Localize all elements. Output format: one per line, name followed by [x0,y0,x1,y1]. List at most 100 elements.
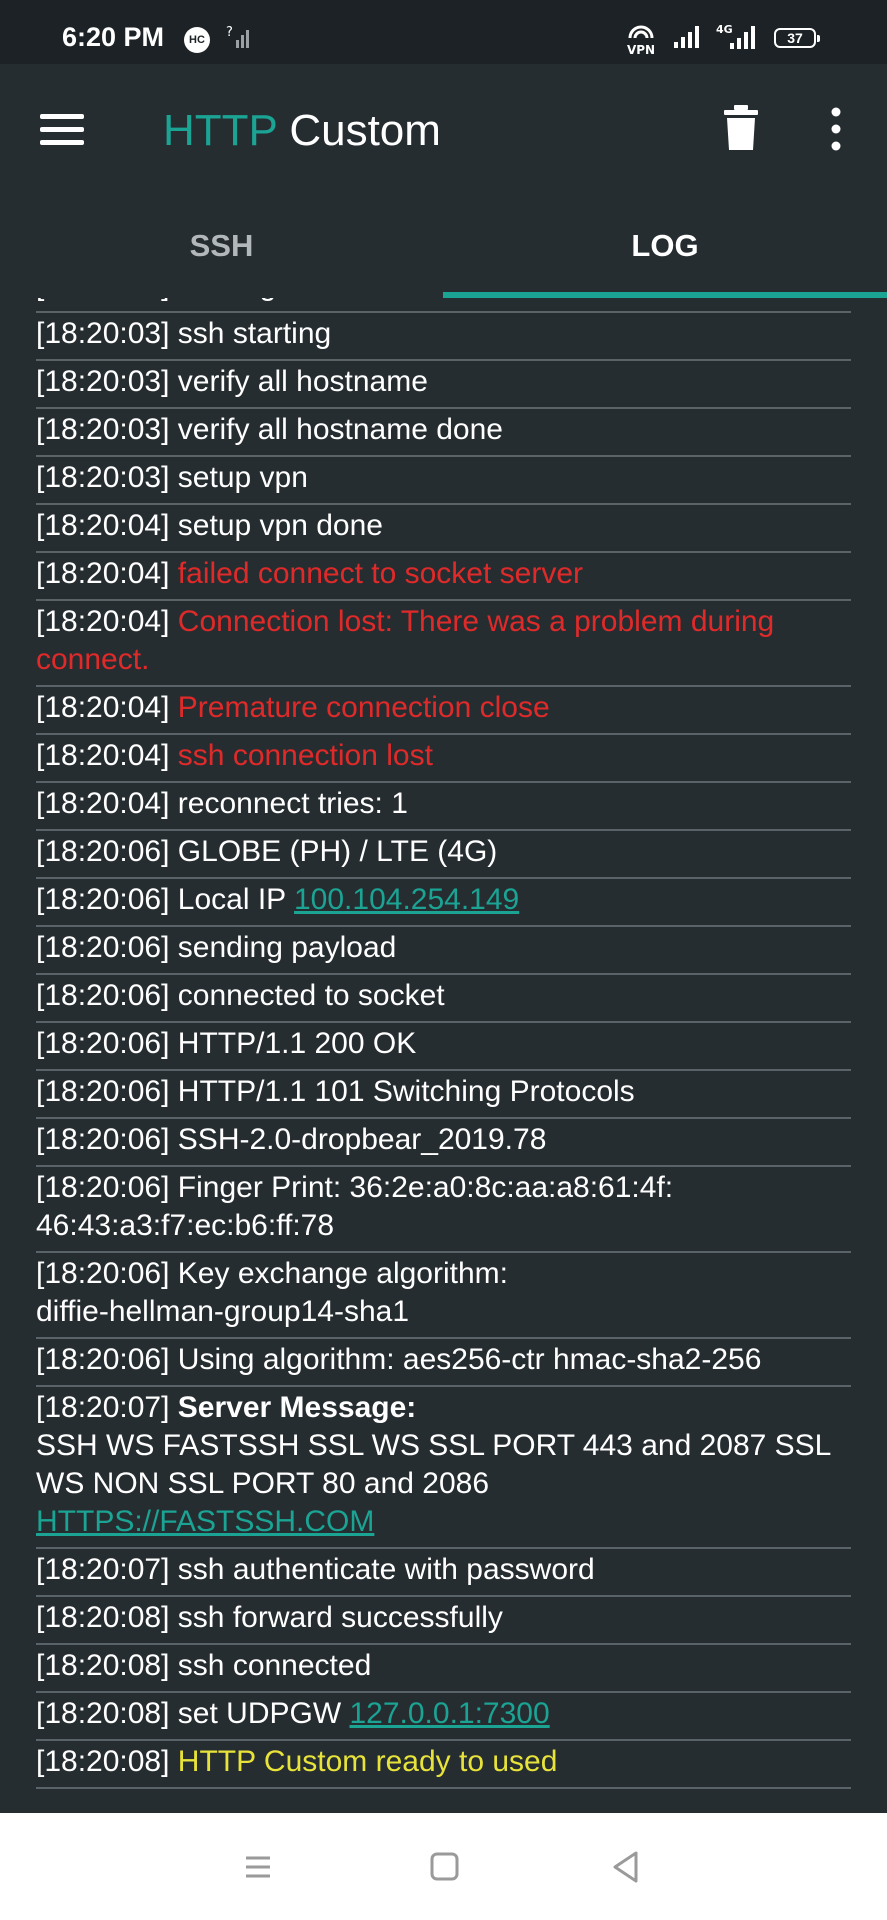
log-error-message: failed connect to socket server [177,557,584,590]
log-timestamp: [18:20:06] [36,979,170,1012]
log-message: ssh authenticate with password [177,1553,595,1586]
log-timestamp: [18:20:06] [36,1171,170,1204]
log-entry: [18:20:03] verify all hostname done [36,411,851,457]
log-entry: [18:20:06] Key exchange algorithm: diffie… [36,1255,851,1339]
log-error-message: Premature connection close [177,691,550,724]
log-entry: [18:20:06] SSH-2.0-dropbear_2019.78 [36,1121,851,1167]
vpn-icon: VPN [627,25,655,56]
log-timestamp: [18:20:06] [36,1027,170,1060]
log-timestamp: [18:20:04] [36,557,170,590]
log-timestamp: [18:20:03] [36,317,170,350]
log-timestamp: [18:20:07] [36,1553,170,1586]
log-link[interactable]: 127.0.0.1:7300 [349,1697,549,1730]
more-vert-icon[interactable] [828,106,844,152]
log-timestamp: [18:20:06] [36,1123,170,1156]
hamburger-menu-icon[interactable] [40,110,86,150]
log-entry: [18:20:06] Using algorithm: aes256-ctr h… [36,1341,851,1387]
svg-text:VPN: VPN [627,43,655,56]
log-timestamp: [18:20:04] [36,787,170,820]
log-entry: [18:20:03] ssh starting [36,315,851,361]
log-timestamp: [18:20:08] [36,1649,170,1682]
svg-text:4G: 4G [716,23,733,36]
log-success-message: HTTP Custom ready to used [177,1745,558,1778]
log-entry: [18:20:04] Premature connection close [36,689,851,735]
log-message: setup vpn [177,461,308,494]
log-message: HTTP/1.1 200 OK [177,1027,417,1060]
log-timestamp: [18:20:06] [36,1257,170,1290]
log-entry: [18:20:06] connected to socket [36,977,851,1023]
status-time: 6:20 PM [62,22,165,52]
log-entry: [18:20:04] ssh connection lost [36,737,851,783]
log-link[interactable]: HTTPS://FASTSSH.COM [36,1505,374,1538]
signal-icon [674,26,699,48]
log-timestamp: [18:20:07] [36,1391,170,1424]
log-entry: [18:20:03] setup vpn [36,459,851,505]
recents-icon[interactable] [238,1847,278,1887]
log-timestamp: [18:20:03] [36,365,170,398]
log-timestamp: [18:20:06] [36,931,170,964]
log-message: HTTP/1.1 101 Switching Protocols [177,1075,635,1108]
tab-bar: SSH LOG [0,194,887,298]
log-entry: [18:20:08] HTTP Custom ready to used [36,1743,851,1789]
log-entry: [18:20:06] Finger Print: 36:2e:a0:8c:aa:… [36,1169,851,1253]
log-timestamp: [18:20:08] [36,1745,170,1778]
trash-icon[interactable] [722,104,760,152]
log-entry: [18:20:06] HTTP/1.1 101 Switching Protoc… [36,1073,851,1119]
log-panel[interactable]: [18:20:03] starting service [18:20:03] ss… [0,298,887,1813]
app-title-accent: HTTP [163,106,278,155]
log-error-message: ssh connection lost [177,739,433,772]
log-timestamp: [18:20:06] [36,883,170,916]
log-message: starting service [178,298,380,302]
log-message: Local IP [177,883,294,916]
log-message: Key exchange algorithm: [177,1257,508,1290]
log-timestamp: [18:20:06] [36,835,170,868]
log-entry: [18:20:04] failed connect to socket serv… [36,555,851,601]
log-message: set UDPGW [177,1697,350,1730]
log-timestamp: [18:20:04] [36,509,170,542]
log-entry: [18:20:04] reconnect tries: 1 [36,785,851,831]
home-icon[interactable] [424,1847,464,1887]
log-message: 46:43:a3:f7:ec:b6:ff:78 [36,1209,335,1242]
log-entry: [18:20:04] Connection lost: There was a … [36,603,851,687]
log-entry: [18:20:03] verify all hostname [36,363,851,409]
hc-badge-icon: HC [184,27,210,53]
log-timestamp: [18:20:04] [36,605,170,638]
log-timestamp: [18:20:08] [36,1601,170,1634]
log-list: [18:20:03] starting service [18:20:03] ss… [36,298,851,1791]
log-message: ssh connected [177,1649,372,1682]
log-message-heading: Server Message: [177,1391,417,1424]
log-message: SSH WS FASTSSH SSL WS SSL PORT 443 and 2… [36,1429,831,1500]
system-nav-bar [0,1813,887,1920]
app-title-main: Custom [277,106,441,155]
signal-4g-icon: 4G [716,23,755,49]
log-message: GLOBE (PH) / LTE (4G) [177,835,498,868]
app-bar: HTTP Custom [0,64,887,194]
log-entry: [18:20:07] Server Message: SSH WS FASTSSH… [36,1389,851,1549]
log-message: setup vpn done [177,509,383,542]
svg-text:?: ? [226,25,233,40]
log-entry: [18:20:06] Local IP 100.104.254.149 [36,881,851,927]
tab-ssh[interactable]: SSH [0,194,443,298]
log-link[interactable]: 100.104.254.149 [294,883,519,916]
back-icon[interactable] [606,1847,646,1887]
log-entry: [18:20:08] ssh connected [36,1647,851,1693]
log-message: ssh starting [177,317,332,350]
log-timestamp: [18:20:04] [36,691,170,724]
log-entry: [18:20:08] ssh forward successfully [36,1599,851,1645]
log-message: sending payload [177,931,397,964]
log-message: reconnect tries: 1 [177,787,408,820]
app-title: HTTP Custom [163,106,441,156]
log-message: ssh forward successfully [177,1601,503,1634]
log-entry: [18:20:04] setup vpn done [36,507,851,553]
log-message: SSH-2.0-dropbear_2019.78 [177,1123,547,1156]
log-message: verify all hostname [177,365,428,398]
log-entry: [18:20:07] ssh authenticate with passwor… [36,1551,851,1597]
log-timestamp: [18:20:06] [36,1343,170,1376]
log-timestamp: [18:20:03] [36,298,169,302]
log-timestamp: [18:20:08] [36,1697,170,1730]
log-entry: [18:20:06] GLOBE (PH) / LTE (4G) [36,833,851,879]
log-message: connected to socket [177,979,445,1012]
status-bar: 6:20 PM HC ? VPN 4G 37 [0,0,887,64]
tab-log[interactable]: LOG [443,194,887,298]
battery-icon: 37 [774,28,820,48]
